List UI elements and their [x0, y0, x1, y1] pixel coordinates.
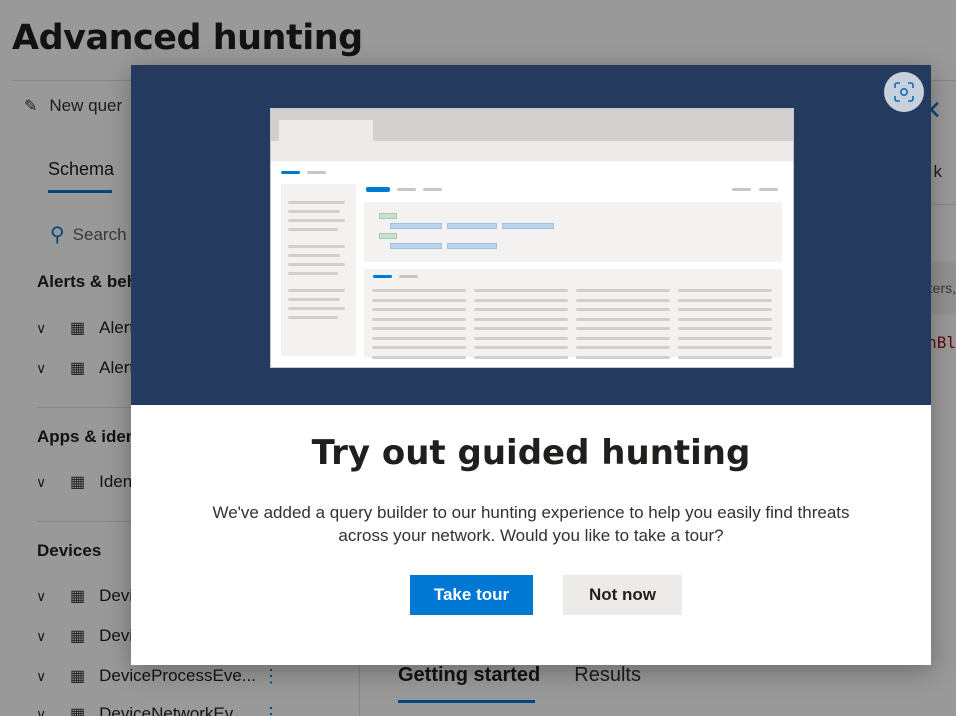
- illustration-grid-line: [576, 298, 670, 302]
- illustration-grid-line: [372, 355, 466, 359]
- illustration-query-card: [364, 202, 782, 262]
- illustration-grid-line: [474, 308, 568, 311]
- illustration-grid-line: [678, 289, 772, 292]
- illustration-grid-line: [576, 355, 670, 359]
- take-tour-button[interactable]: Take tour: [410, 575, 533, 615]
- dialog-hero: [131, 65, 931, 405]
- illustration-grid-line: [474, 346, 568, 349]
- illustration-grid-line: [576, 308, 670, 311]
- illustration-pill: [397, 188, 416, 191]
- illustration-grid-line: [474, 298, 568, 302]
- illustration-line: [288, 298, 340, 301]
- illustration-chip: [379, 213, 397, 219]
- illustration-grid-line: [678, 317, 772, 321]
- not-now-button[interactable]: Not now: [563, 575, 682, 615]
- illustration-pill: [366, 187, 390, 192]
- dialog-title: Try out guided hunting: [311, 433, 751, 473]
- illustration-line: [288, 307, 345, 310]
- illustration-grid-line: [678, 308, 772, 311]
- illustration-grid-line: [474, 327, 568, 330]
- illustration-chip: [379, 233, 397, 239]
- illustration-grid-line: [576, 289, 670, 292]
- illustration-grid-line: [678, 327, 772, 330]
- illustration-grid-line: [474, 289, 568, 292]
- illustration-line: [288, 272, 338, 275]
- illustration-grid-line: [678, 336, 772, 340]
- illustration-grid-line: [474, 317, 568, 321]
- illustration-results-card: [364, 269, 782, 357]
- illustration-pill: [307, 171, 326, 174]
- guided-hunting-dialog: Try out guided hunting We've added a que…: [131, 65, 931, 665]
- illustration-grid-line: [576, 327, 670, 330]
- illustration-line: [288, 254, 340, 257]
- illustration-chip: [447, 223, 497, 229]
- illustration-line: [288, 210, 340, 213]
- illustration-pill: [373, 275, 392, 278]
- illustration-chip: [390, 243, 442, 249]
- illustration-grid-line: [474, 355, 568, 359]
- illustration-line: [288, 228, 338, 231]
- illustration-line: [288, 289, 345, 292]
- illustration-pill: [732, 188, 751, 191]
- illustration-grid-line: [576, 336, 670, 340]
- illustration-grid-line: [372, 308, 466, 311]
- illustration-chip: [447, 243, 497, 249]
- illustration-line: [288, 245, 345, 248]
- illustration-grid-line: [372, 298, 466, 302]
- illustration-grid-line: [372, 289, 466, 292]
- illustration-pill: [281, 171, 300, 174]
- illustration-grid-line: [372, 336, 466, 340]
- illustration-pill: [399, 275, 418, 278]
- illustration-grid-line: [474, 336, 568, 340]
- illustration-grid-line: [372, 317, 466, 321]
- illustration-grid-line: [372, 346, 466, 349]
- illustration-line: [288, 201, 345, 204]
- illustration-grid-line: [576, 317, 670, 321]
- illustration-grid-line: [678, 298, 772, 302]
- illustration-grid-line: [576, 346, 670, 349]
- illustration-grid-line: [372, 327, 466, 330]
- illustration-line: [288, 219, 345, 222]
- illustration-chip: [502, 223, 554, 229]
- illustration-band: [271, 141, 793, 161]
- dialog-description: We've added a query builder to our hunti…: [212, 503, 850, 545]
- illustration-line: [288, 263, 345, 266]
- expand-focus-icon[interactable]: [884, 72, 924, 112]
- illustration-tab: [279, 120, 373, 141]
- illustration-grid-line: [678, 355, 772, 359]
- illustration-grid-line: [678, 346, 772, 349]
- illustration-line: [288, 316, 338, 319]
- illustration-chip: [390, 223, 442, 229]
- query-builder-illustration: [270, 108, 794, 368]
- illustration-pill: [759, 188, 778, 191]
- illustration-pill: [423, 188, 442, 191]
